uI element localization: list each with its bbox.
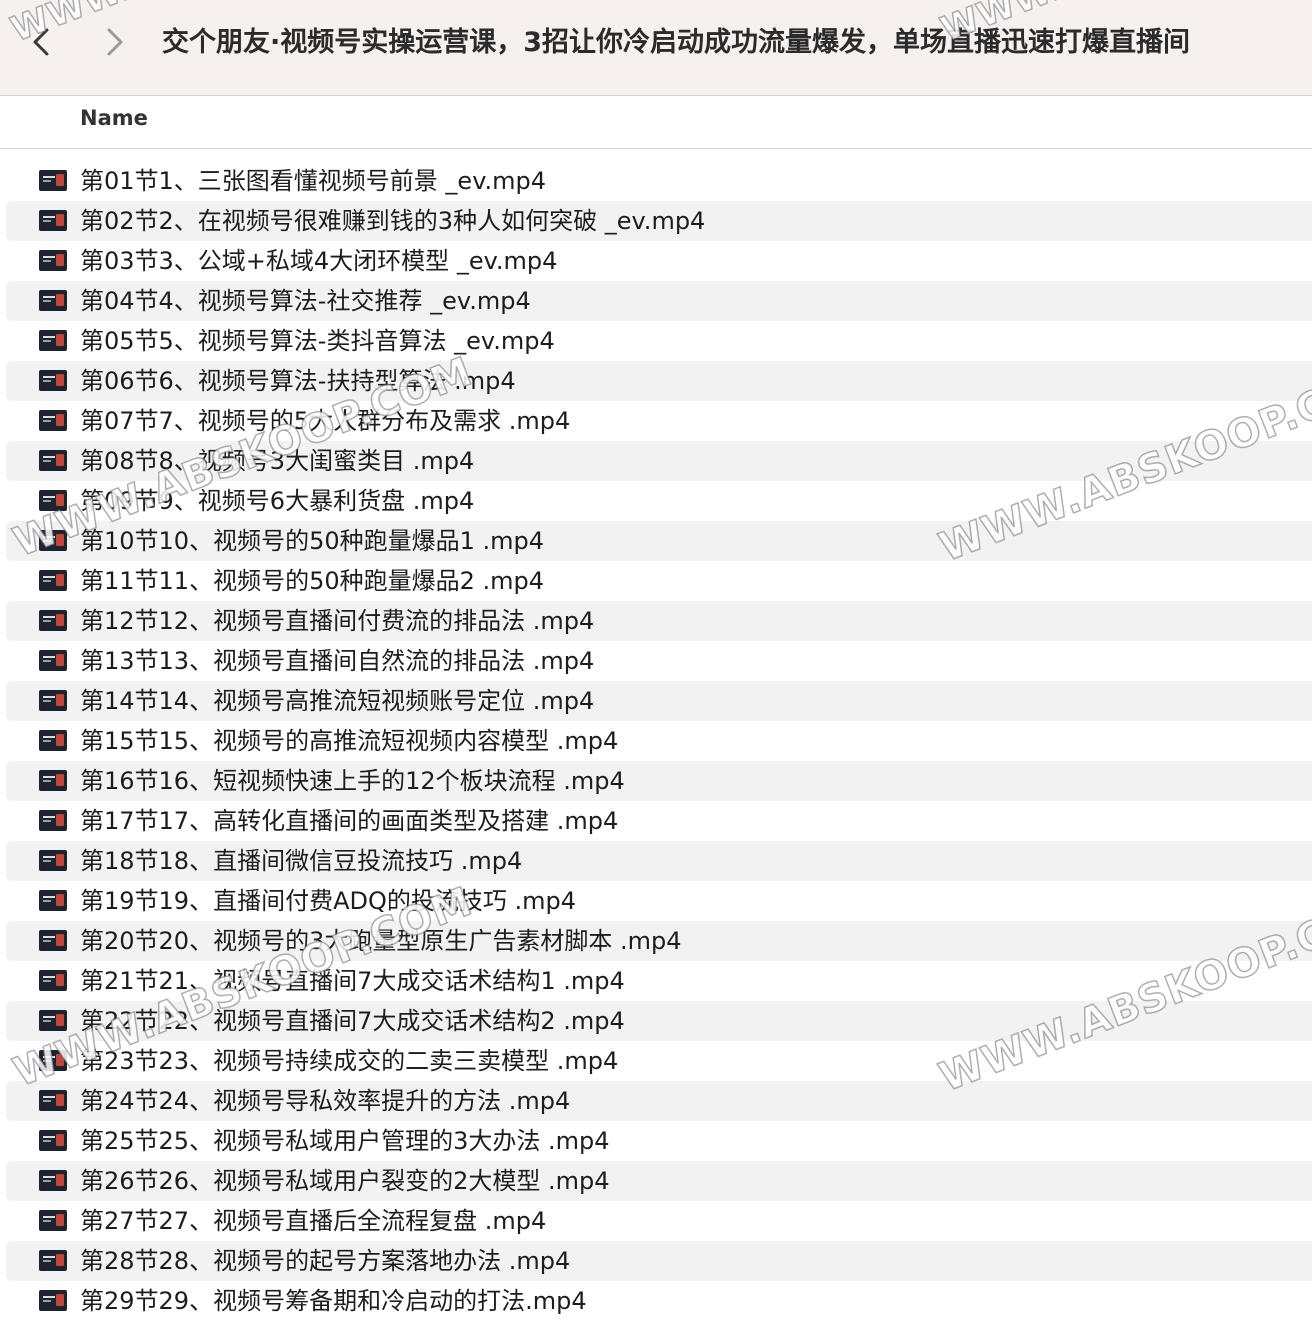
video-thumbnail-icon xyxy=(39,850,67,871)
chevron-right-icon xyxy=(107,28,123,56)
file-name: 第29节29、视频号筹备期和冷启动的打法.mp4 xyxy=(80,1287,587,1315)
file-row[interactable]: 第27节27、视频号直播后全流程复盘 .mp4 xyxy=(6,1201,1312,1241)
video-thumbnail-icon xyxy=(39,570,67,591)
video-thumbnail-icon xyxy=(39,1130,67,1151)
video-thumbnail-icon xyxy=(39,530,67,551)
video-thumbnail-icon xyxy=(39,490,67,511)
file-name: 第10节10、视频号的50种跑量爆品1 .mp4 xyxy=(80,527,545,555)
window-titlebar: 交个朋友·视频号实操运营课，3招让你冷启动成功流量爆发，单场直播迅速打爆直播间 xyxy=(0,0,1312,96)
file-row[interactable]: 第14节14、视频号高推流短视频账号定位 .mp4 xyxy=(6,681,1312,721)
file-name: 第28节28、视频号的起号方案落地办法 .mp4 xyxy=(80,1247,571,1275)
video-thumbnail-icon xyxy=(39,730,67,751)
file-row[interactable]: 第29节29、视频号筹备期和冷启动的打法.mp4 xyxy=(6,1281,1312,1321)
file-row[interactable]: 第01节1、三张图看懂视频号前景 _ev.mp4 xyxy=(6,161,1312,201)
back-button[interactable] xyxy=(22,22,62,62)
file-row[interactable]: 第23节23、视频号持续成交的二卖三卖模型 .mp4 xyxy=(6,1041,1312,1081)
file-name: 第27节27、视频号直播后全流程复盘 .mp4 xyxy=(80,1207,547,1235)
file-name: 第24节24、视频号导私效率提升的方法 .mp4 xyxy=(80,1087,571,1115)
file-row[interactable]: 第28节28、视频号的起号方案落地办法 .mp4 xyxy=(6,1241,1312,1281)
file-row[interactable]: 第22节22、视频号直播间7大成交话术结构2 .mp4 xyxy=(6,1001,1312,1041)
video-thumbnail-icon xyxy=(39,290,67,311)
video-thumbnail-icon xyxy=(39,1010,67,1031)
file-name: 第02节2、在视频号很难赚到钱的3种人如何突破 _ev.mp4 xyxy=(80,207,706,235)
file-name: 第07节7、视频号的5大人群分布及需求 .mp4 xyxy=(80,407,571,435)
file-row[interactable]: 第16节16、短视频快速上手的12个板块流程 .mp4 xyxy=(6,761,1312,801)
video-thumbnail-icon xyxy=(39,170,67,191)
video-thumbnail-icon xyxy=(39,1250,67,1271)
file-name: 第17节17、高转化直播间的画面类型及搭建 .mp4 xyxy=(80,807,619,835)
file-row[interactable]: 第25节25、视频号私域用户管理的3大办法 .mp4 xyxy=(6,1121,1312,1161)
video-thumbnail-icon xyxy=(39,1210,67,1231)
video-thumbnail-icon xyxy=(39,250,67,271)
file-row[interactable]: 第08节8、视频号3大闺蜜类目 .mp4 xyxy=(6,441,1312,481)
file-row[interactable]: 第12节12、视频号直播间付费流的排品法 .mp4 xyxy=(6,601,1312,641)
file-name: 第03节3、公域+私域4大闭环模型 _ev.mp4 xyxy=(80,247,558,275)
file-name: 第20节20、视频号的3大跑量型原生广告素材脚本 .mp4 xyxy=(80,927,682,955)
video-thumbnail-icon xyxy=(39,1090,67,1111)
file-row[interactable]: 第07节7、视频号的5大人群分布及需求 .mp4 xyxy=(6,401,1312,441)
file-name: 第12节12、视频号直播间付费流的排品法 .mp4 xyxy=(80,607,595,635)
file-name: 第08节8、视频号3大闺蜜类目 .mp4 xyxy=(80,447,475,475)
file-row[interactable]: 第06节6、视频号算法-扶持型算法 .mp4 xyxy=(6,361,1312,401)
video-thumbnail-icon xyxy=(39,650,67,671)
window-title: 交个朋友·视频号实操运营课，3招让你冷启动成功流量爆发，单场直播迅速打爆直播间 xyxy=(162,27,1191,58)
video-thumbnail-icon xyxy=(39,770,67,791)
video-thumbnail-icon xyxy=(39,970,67,991)
file-row[interactable]: 第21节21、视频号直播间7大成交话术结构1 .mp4 xyxy=(6,961,1312,1001)
file-row[interactable]: 第02节2、在视频号很难赚到钱的3种人如何突破 _ev.mp4 xyxy=(6,201,1312,241)
file-row[interactable]: 第13节13、视频号直播间自然流的排品法 .mp4 xyxy=(6,641,1312,681)
file-row[interactable]: 第17节17、高转化直播间的画面类型及搭建 .mp4 xyxy=(6,801,1312,841)
file-name: 第16节16、短视频快速上手的12个板块流程 .mp4 xyxy=(80,767,625,795)
file-name: 第23节23、视频号持续成交的二卖三卖模型 .mp4 xyxy=(80,1047,619,1075)
file-row[interactable]: 第18节18、直播间微信豆投流技巧 .mp4 xyxy=(6,841,1312,881)
forward-button[interactable] xyxy=(94,22,134,62)
column-header-name[interactable]: Name xyxy=(80,106,148,130)
file-name: 第22节22、视频号直播间7大成交话术结构2 .mp4 xyxy=(80,1007,625,1035)
file-row[interactable]: 第15节15、视频号的高推流短视频内容模型 .mp4 xyxy=(6,721,1312,761)
video-thumbnail-icon xyxy=(39,1290,67,1311)
video-thumbnail-icon xyxy=(39,1050,67,1071)
file-name: 第14节14、视频号高推流短视频账号定位 .mp4 xyxy=(80,687,595,715)
video-thumbnail-icon xyxy=(39,690,67,711)
file-row[interactable]: 第19节19、直播间付费ADQ的投流技巧 .mp4 xyxy=(6,881,1312,921)
video-thumbnail-icon xyxy=(39,370,67,391)
file-name: 第06节6、视频号算法-扶持型算法 .mp4 xyxy=(80,367,516,395)
file-name: 第18节18、直播间微信豆投流技巧 .mp4 xyxy=(80,847,523,875)
file-list: 第01节1、三张图看懂视频号前景 _ev.mp4 第02节2、在视频号很难赚到钱的… xyxy=(0,161,1312,1321)
file-row[interactable]: 第10节10、视频号的50种跑量爆品1 .mp4 xyxy=(6,521,1312,561)
video-thumbnail-icon xyxy=(39,410,67,431)
file-row[interactable]: 第09节9、视频号6大暴利货盘 .mp4 xyxy=(6,481,1312,521)
chevron-left-icon xyxy=(33,28,49,56)
file-name: 第01节1、三张图看懂视频号前景 _ev.mp4 xyxy=(80,167,547,195)
list-column-header[interactable]: Name xyxy=(0,96,1312,149)
file-name: 第05节5、视频号算法-类抖音算法 _ev.mp4 xyxy=(80,327,555,355)
file-name: 第13节13、视频号直播间自然流的排品法 .mp4 xyxy=(80,647,595,675)
file-name: 第26节26、视频号私域用户裂变的2大模型 .mp4 xyxy=(80,1167,610,1195)
file-row[interactable]: 第20节20、视频号的3大跑量型原生广告素材脚本 .mp4 xyxy=(6,921,1312,961)
file-name: 第04节4、视频号算法-社交推荐 _ev.mp4 xyxy=(80,287,531,315)
video-thumbnail-icon xyxy=(39,210,67,231)
video-thumbnail-icon xyxy=(39,450,67,471)
file-row[interactable]: 第03节3、公域+私域4大闭环模型 _ev.mp4 xyxy=(6,241,1312,281)
file-name: 第15节15、视频号的高推流短视频内容模型 .mp4 xyxy=(80,727,619,755)
video-thumbnail-icon xyxy=(39,1170,67,1191)
file-name: 第21节21、视频号直播间7大成交话术结构1 .mp4 xyxy=(80,967,625,995)
video-thumbnail-icon xyxy=(39,930,67,951)
file-name: 第25节25、视频号私域用户管理的3大办法 .mp4 xyxy=(80,1127,610,1155)
file-row[interactable]: 第24节24、视频号导私效率提升的方法 .mp4 xyxy=(6,1081,1312,1121)
file-name: 第11节11、视频号的50种跑量爆品2 .mp4 xyxy=(80,567,545,595)
file-row[interactable]: 第26节26、视频号私域用户裂变的2大模型 .mp4 xyxy=(6,1161,1312,1201)
file-row[interactable]: 第05节5、视频号算法-类抖音算法 _ev.mp4 xyxy=(6,321,1312,361)
file-name: 第09节9、视频号6大暴利货盘 .mp4 xyxy=(80,487,475,515)
video-thumbnail-icon xyxy=(39,890,67,911)
video-thumbnail-icon xyxy=(39,330,67,351)
file-row[interactable]: 第04节4、视频号算法-社交推荐 _ev.mp4 xyxy=(6,281,1312,321)
video-thumbnail-icon xyxy=(39,810,67,831)
file-name: 第19节19、直播间付费ADQ的投流技巧 .mp4 xyxy=(80,887,577,915)
video-thumbnail-icon xyxy=(39,610,67,631)
file-row[interactable]: 第11节11、视频号的50种跑量爆品2 .mp4 xyxy=(6,561,1312,601)
